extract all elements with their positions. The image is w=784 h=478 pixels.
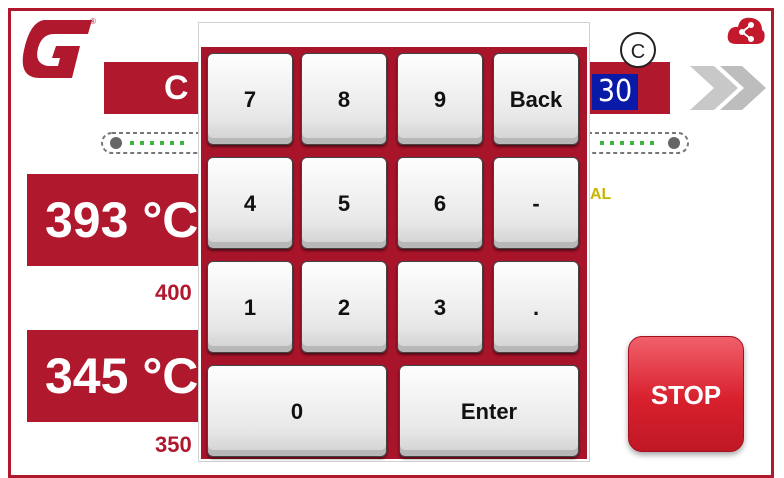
key-decimal[interactable]: . [493,261,579,353]
zone-2-setpoint[interactable]: 350 [155,432,192,458]
svg-text:®: ® [90,17,96,26]
zone-1-temperature: 393 °C [27,174,217,266]
key-back[interactable]: Back [493,53,579,145]
double-chevron-right-icon[interactable] [686,62,768,114]
key-9[interactable]: 9 [397,53,483,145]
zone-2-temperature: 345 °C [27,330,217,422]
key-2[interactable]: 2 [301,261,387,353]
alarm-label: AL [590,186,612,203]
key-7[interactable]: 7 [207,53,293,145]
key-1[interactable]: 1 [207,261,293,353]
share-icon[interactable] [726,14,766,48]
key-4[interactable]: 4 [207,157,293,249]
key-3[interactable]: 3 [397,261,483,353]
key-5[interactable]: 5 [301,157,387,249]
callout-marker: C [620,32,656,68]
key-enter[interactable]: Enter [399,365,579,457]
key-0[interactable]: 0 [207,365,387,457]
key-minus[interactable]: - [493,157,579,249]
zone-1-setpoint[interactable]: 400 [155,280,192,306]
company-logo: ® [22,17,96,78]
selected-value-field[interactable]: 30 [592,74,638,110]
key-6[interactable]: 6 [397,157,483,249]
keypad-panel: 7 8 9 Back 4 5 6 - 1 2 3 . 0 Enter [201,47,587,459]
stop-button[interactable]: STOP [628,336,744,452]
header-title: C [164,69,189,107]
numeric-keypad: 7 8 9 Back 4 5 6 - 1 2 3 . 0 Enter [198,22,590,462]
key-8[interactable]: 8 [301,53,387,145]
